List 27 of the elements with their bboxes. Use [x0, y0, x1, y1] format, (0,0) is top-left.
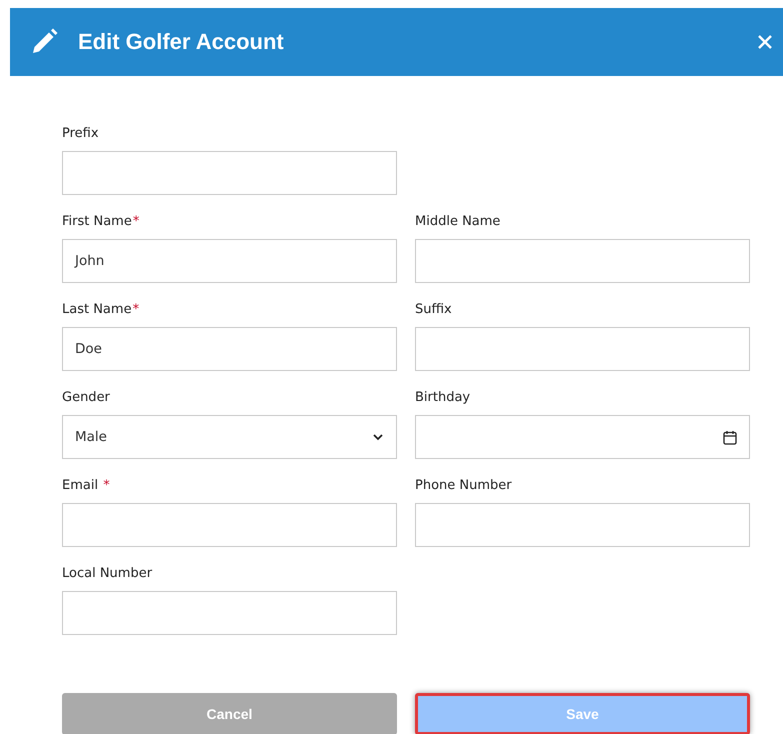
field-label: Suffix: [415, 301, 453, 319]
chevron-down-icon: [372, 433, 384, 441]
input-field[interactable]: [415, 327, 750, 371]
field-value: Doe: [75, 341, 103, 357]
input-field[interactable]: [415, 239, 750, 283]
field-label: Birthday: [415, 389, 472, 407]
gender-dropdown[interactable]: Male: [62, 415, 397, 459]
input-field[interactable]: [62, 591, 397, 635]
field-label: Last Name*: [62, 301, 140, 319]
input-field[interactable]: [62, 503, 397, 547]
field-label: Middle Name: [415, 213, 502, 231]
field-label: Phone Number: [415, 477, 513, 495]
field-label: Email *: [62, 477, 111, 495]
calendar-icon: [723, 430, 737, 444]
input-field[interactable]: John: [62, 239, 397, 283]
field-label: Local Number: [62, 565, 154, 583]
field-label: Gender: [62, 389, 111, 407]
date-field[interactable]: [415, 415, 750, 459]
input-field[interactable]: [62, 151, 397, 195]
input-field[interactable]: Doe: [62, 327, 397, 371]
pencil-icon: [30, 28, 58, 56]
field-label: First Name*: [62, 213, 140, 231]
input-field[interactable]: [415, 503, 750, 547]
field-label: Prefix: [62, 125, 100, 143]
field-value: John: [75, 253, 106, 269]
field-value: Male: [75, 429, 108, 445]
dialog-title: Edit Golfer Account: [78, 29, 285, 55]
